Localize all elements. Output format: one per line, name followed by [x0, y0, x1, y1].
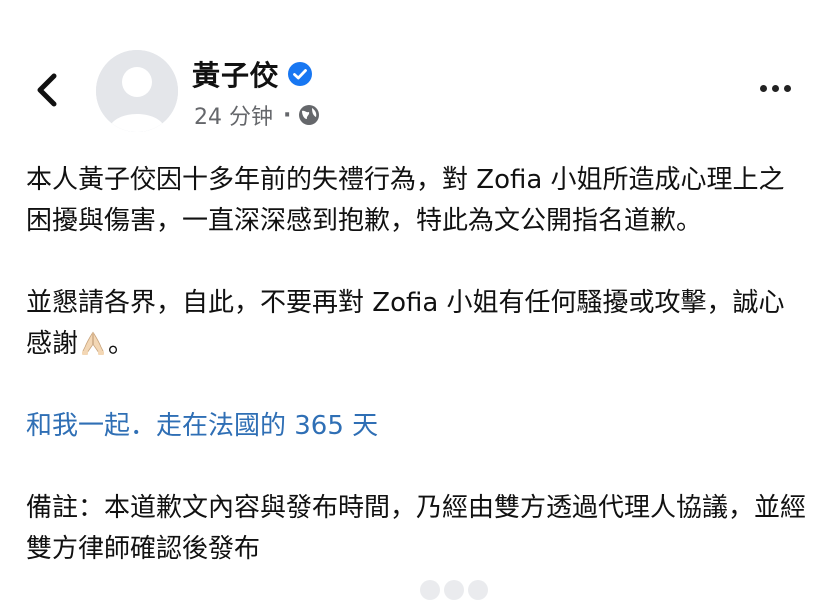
- chevron-left-icon: [37, 73, 57, 107]
- more-horizontal-icon: [760, 84, 767, 92]
- verified-badge-icon: [288, 62, 313, 86]
- meta-separator: ·: [283, 102, 292, 128]
- folded-hands-emoji: [82, 331, 105, 355]
- back-button[interactable]: [30, 70, 64, 110]
- post-timestamp[interactable]: 24 分钟: [194, 99, 273, 131]
- post-note: 備註：本道歉文內容與發布時間，乃經由雙方透過代理人協議，並經雙方律師確認後發布: [26, 493, 806, 564]
- post-paragraph-request: 並懇請各界，自此，不要再對 Zofia 小姐有任何騷擾或攻擊，誠心感謝 。: [26, 283, 806, 365]
- avatar[interactable]: [96, 50, 178, 132]
- post-paragraph-apology: 本人黃子佼因十多年前的失禮行為，對 Zofia 小姐所造成心理上之困擾與傷害，一…: [26, 165, 785, 236]
- more-options-button[interactable]: [760, 78, 800, 98]
- post-paragraph-request-end: 。: [108, 329, 135, 359]
- page-link[interactable]: 和我一起．走在法國的 365 天: [26, 406, 806, 447]
- globe-icon: [299, 105, 320, 125]
- author-name[interactable]: 黃子佼: [192, 54, 279, 94]
- post-body: 本人黃子佼因十多年前的失禮行為，對 Zofia 小姐所造成心理上之困擾與傷害，一…: [26, 160, 806, 576]
- post-paragraph-request-text: 並懇請各界，自此，不要再對 Zofia 小姐有任何騷擾或攻擊，誠心感謝: [26, 288, 785, 359]
- watermark: [420, 577, 488, 603]
- default-avatar-icon: [96, 50, 178, 132]
- bottom-fade-overlay: [0, 574, 827, 611]
